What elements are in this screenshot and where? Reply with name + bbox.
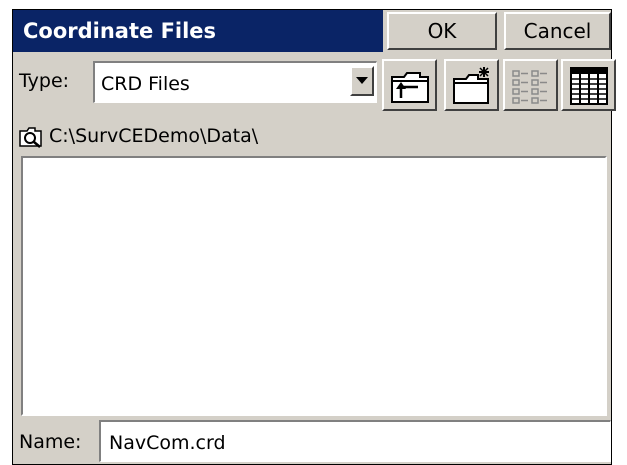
path-text: C:\SurvCEDemo\Data\ [49,125,259,147]
folder-up-button[interactable] [382,59,437,111]
folder-up-icon [391,72,429,103]
list-view-icon [512,70,547,104]
file-name-value: NavCom.crd [109,432,226,454]
file-name-input[interactable]: NavCom.crd [99,420,611,462]
name-label: Name: [19,431,82,453]
details-view-icon [570,67,608,105]
new-folder-button[interactable] [444,59,499,111]
folder-search-icon [19,127,42,148]
chevron-down-icon [356,77,368,84]
type-label: Type: [19,70,70,92]
dialog-title: Coordinate Files [23,19,217,43]
details-view-button[interactable] [561,59,616,111]
list-view-button[interactable] [503,59,558,111]
coordinate-files-dialog: Coordinate Files OK Cancel Type: CRD Fil… [12,9,616,465]
file-list[interactable] [21,156,607,416]
new-folder-icon [453,67,489,104]
cancel-button[interactable]: Cancel [504,12,611,50]
ok-button[interactable]: OK [387,12,497,50]
type-dropdown[interactable]: CRD Files [93,61,377,103]
dropdown-arrow-button[interactable] [350,66,374,96]
title-bar: Coordinate Files [13,10,383,52]
type-selected-value: CRD Files [101,73,190,95]
